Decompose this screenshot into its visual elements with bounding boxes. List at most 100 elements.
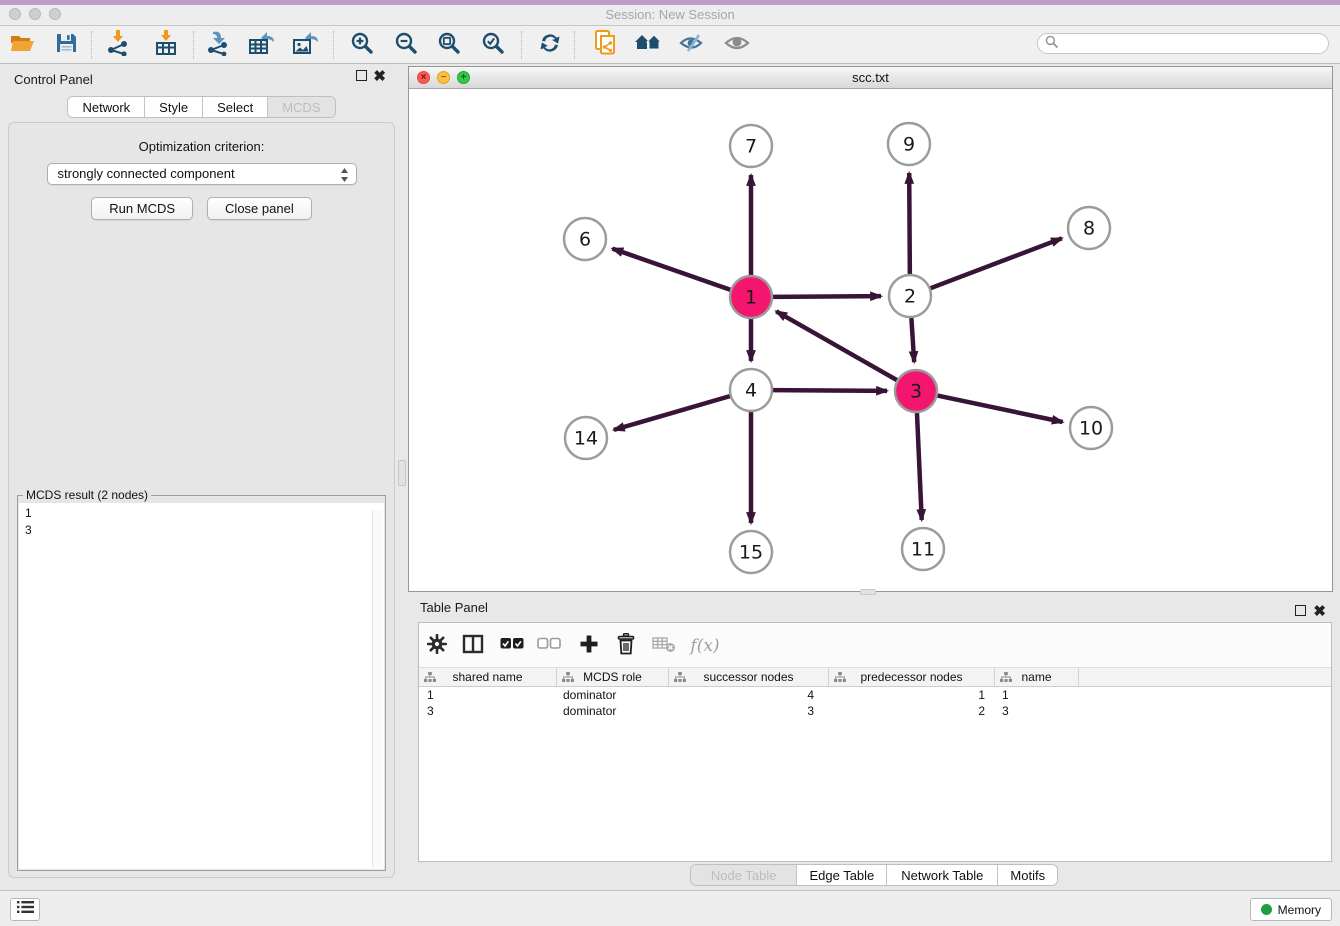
close-panel-icon[interactable]: ✖	[373, 67, 386, 85]
hide-selected-button[interactable]	[675, 29, 709, 61]
graph-node-7[interactable]: 7	[730, 125, 772, 167]
graph-node-label: 15	[739, 542, 763, 564]
network-graph[interactable]: 7 9 6 8 1 2 4 3 14 10 15 11	[409, 89, 1332, 591]
memory-button[interactable]: Memory	[1250, 898, 1332, 921]
split-panel-button[interactable]	[458, 631, 488, 661]
apply-layout-button[interactable]	[533, 29, 567, 61]
zoom-out-button[interactable]	[389, 29, 423, 61]
graph-edge-1-6[interactable]	[612, 249, 730, 290]
float-table-panel-icon[interactable]	[1295, 605, 1306, 616]
tab-motifs[interactable]: Motifs	[998, 865, 1057, 886]
table-cell[interactable]: 1	[419, 687, 557, 703]
graph-edge-3-10[interactable]	[938, 396, 1063, 422]
table-cell[interactable]: 3	[419, 703, 557, 719]
show-all-button[interactable]	[720, 29, 754, 61]
column-header-predecessor-nodes[interactable]: predecessor nodes	[829, 668, 995, 686]
graph-edge-2-8[interactable]	[931, 238, 1062, 288]
vertical-split-handle[interactable]	[398, 460, 406, 486]
graph-node-2[interactable]: 2	[889, 275, 931, 317]
export-network-button[interactable]	[201, 29, 235, 61]
deselect-all-button[interactable]	[534, 631, 564, 661]
graph-node-9[interactable]: 9	[888, 123, 930, 165]
column-header-shared-name[interactable]: shared name	[419, 668, 557, 686]
eye-slash-icon	[679, 32, 705, 59]
open-file-button[interactable]	[5, 29, 39, 61]
first-neighbors-button[interactable]	[631, 29, 665, 61]
import-table-button[interactable]	[149, 29, 183, 61]
graph-node-8[interactable]: 8	[1068, 207, 1110, 249]
tab-network-table[interactable]: Network Table	[887, 865, 998, 886]
table-cell[interactable]: 4	[669, 687, 829, 703]
column-header-successor-nodes[interactable]: successor nodes	[669, 668, 829, 686]
close-table-panel-icon[interactable]: ✖	[1313, 602, 1326, 620]
tab-style[interactable]: Style	[145, 97, 203, 118]
table-toolbar: f(x)	[419, 623, 1331, 668]
graph-node-6[interactable]: 6	[564, 218, 606, 260]
toolbar-separator	[333, 31, 334, 59]
column-header-name[interactable]: name	[995, 668, 1079, 686]
zoom-fit-button[interactable]	[432, 29, 466, 61]
graph-edge-3-1[interactable]	[776, 311, 897, 380]
new-network-from-selection-button[interactable]	[588, 29, 622, 61]
tab-edge-table[interactable]: Edge Table	[797, 865, 887, 886]
mcds-result-list[interactable]: 1 3	[19, 503, 384, 869]
create-column-button[interactable]	[574, 631, 604, 661]
table-cell[interactable]: 2	[829, 703, 995, 719]
table-row[interactable]: 3dominator323	[419, 703, 1331, 719]
save-session-button[interactable]	[49, 29, 83, 61]
graph-edge-4-14[interactable]	[614, 396, 730, 430]
export-table-button[interactable]	[244, 29, 278, 61]
table-cell[interactable]: dominator	[557, 703, 669, 719]
graph-node-label: 8	[1083, 218, 1095, 240]
import-network-button[interactable]	[101, 29, 135, 61]
result-scrollbar[interactable]	[372, 510, 383, 868]
tab-mcds[interactable]: MCDS	[268, 97, 334, 118]
plus-icon	[579, 634, 599, 659]
show-log-button[interactable]	[10, 898, 40, 921]
network-window-titlebar[interactable]: × − + scc.txt	[409, 67, 1332, 89]
table-cell[interactable]: 1	[829, 687, 995, 703]
search-field[interactable]	[1037, 33, 1329, 54]
zoom-selected-button[interactable]	[476, 29, 510, 61]
column-header-MCDS-role[interactable]: MCDS role	[557, 668, 669, 686]
horizontal-split-handle[interactable]	[860, 589, 876, 595]
graph-node-11[interactable]: 11	[902, 528, 944, 570]
table-panel-title: Table Panel	[420, 600, 488, 615]
table-row[interactable]: 1dominator411	[419, 687, 1331, 703]
select-all-button[interactable]	[497, 631, 527, 661]
graph-edge-1-2[interactable]	[773, 296, 881, 297]
network-canvas[interactable]: 7 9 6 8 1 2 4 3 14 10 15 11	[409, 89, 1332, 591]
delete-column-button[interactable]	[611, 631, 641, 661]
search-input[interactable]	[1058, 37, 1313, 51]
tab-network[interactable]: Network	[68, 97, 145, 118]
graph-edge-2-3[interactable]	[911, 318, 914, 362]
graph-node-label: 1	[745, 287, 757, 309]
graph-node-3[interactable]: 3	[895, 370, 937, 412]
export-image-button[interactable]	[288, 29, 322, 61]
tab-select[interactable]: Select	[203, 97, 268, 118]
run-mcds-button[interactable]: Run MCDS	[91, 197, 193, 220]
graph-node-4[interactable]: 4	[730, 369, 772, 411]
criterion-select[interactable]: strongly connected component	[47, 163, 357, 185]
graph-node-10[interactable]: 10	[1070, 407, 1112, 449]
graph-edge-3-11[interactable]	[917, 413, 922, 520]
graph-edge-4-3[interactable]	[773, 390, 887, 391]
function-builder-button[interactable]: f(x)	[685, 631, 725, 661]
graph-node-14[interactable]: 14	[565, 417, 607, 459]
table-settings-button[interactable]	[422, 631, 452, 661]
window-titlebar: Session: New Session	[0, 0, 1340, 26]
graph-node-1[interactable]: 1	[730, 276, 772, 318]
tab-node-table[interactable]: Node Table	[691, 865, 798, 886]
close-panel-button[interactable]: Close panel	[207, 197, 312, 220]
table-cell[interactable]: 3	[669, 703, 829, 719]
graph-node-15[interactable]: 15	[730, 531, 772, 573]
search-icon	[1045, 35, 1058, 53]
delete-table-button[interactable]	[649, 631, 679, 661]
float-panel-icon[interactable]	[356, 70, 367, 81]
table-cell[interactable]: dominator	[557, 687, 669, 703]
table-cell[interactable]: 1	[995, 687, 1079, 703]
zoom-in-button[interactable]	[345, 29, 379, 61]
table-cell[interactable]: 3	[995, 703, 1079, 719]
graph-edge-2-9[interactable]	[909, 173, 910, 274]
optimization-criterion-label: Optimization criterion:	[9, 139, 394, 154]
